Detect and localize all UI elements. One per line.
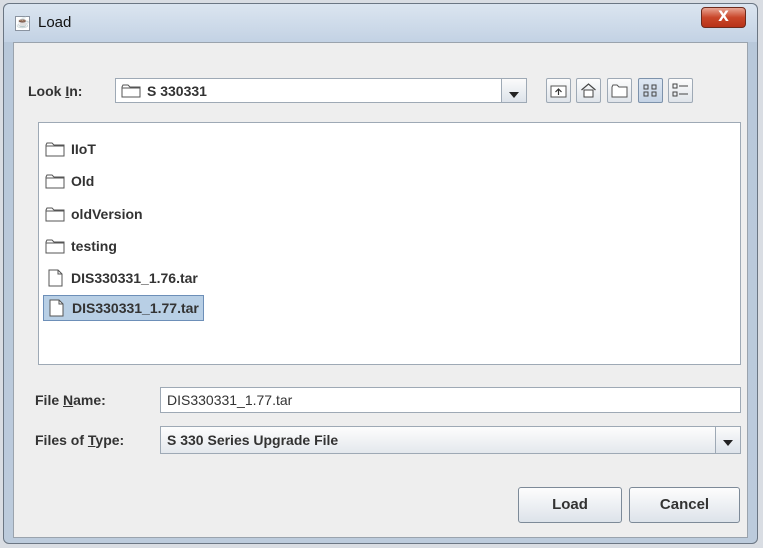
up-one-level-button[interactable] (546, 78, 571, 103)
home-button[interactable] (576, 78, 601, 103)
list-view-icon (643, 84, 657, 97)
title-bar[interactable]: ☕ Load X (4, 4, 757, 42)
look-in-label-suffix: n: (69, 83, 83, 99)
create-new-folder-button[interactable] (607, 78, 632, 103)
look-in-label-prefix: Look (28, 83, 66, 99)
file-list-item-file-selected[interactable]: DIS330331_1.77.tar (43, 295, 204, 321)
look-in-combo[interactable]: S 330331 (115, 78, 527, 103)
load-button[interactable]: Load (518, 487, 622, 523)
load-dialog: ☕ Load X Look In: S 330331 IIoT Old oldV… (3, 3, 758, 544)
file-type-combo[interactable]: S 330 Series Upgrade File (160, 426, 741, 454)
file-type-label-suffix: ype: (95, 432, 125, 448)
file-list-item-folder[interactable]: testing (43, 233, 121, 259)
folder-icon (45, 174, 65, 188)
list-view-button[interactable] (638, 78, 663, 103)
look-in-dropdown-arrow[interactable] (501, 79, 526, 102)
folder-icon (45, 239, 65, 253)
file-list-item-name: oldVersion (71, 206, 143, 222)
folder-icon (121, 84, 141, 98)
file-list-item-folder[interactable]: oldVersion (43, 201, 147, 227)
java-app-icon: ☕ (15, 16, 30, 31)
cancel-button[interactable]: Cancel (629, 487, 740, 523)
dialog-body: Look In: S 330331 IIoT Old oldVersion te… (13, 42, 748, 538)
folder-icon (45, 207, 65, 221)
file-list-item-file[interactable]: DIS330331_1.76.tar (43, 265, 202, 291)
home-icon (581, 83, 596, 98)
file-type-value: S 330 Series Upgrade File (167, 432, 339, 448)
file-list-item-name: testing (71, 238, 117, 254)
file-name-label: File Name: (35, 392, 106, 408)
file-list-item-name: IIoT (71, 141, 96, 157)
file-name-label-prefix: File (35, 392, 64, 408)
folder-icon (45, 142, 65, 156)
close-button[interactable]: X (701, 7, 746, 28)
file-list[interactable]: IIoT Old oldVersion testing DIS330331_1.… (38, 122, 741, 365)
file-icon (48, 269, 63, 287)
file-name-label-suffix: ame: (73, 392, 106, 408)
look-in-value: S 330331 (147, 83, 207, 99)
file-name-input[interactable]: DIS330331_1.77.tar (160, 387, 741, 413)
details-view-button[interactable] (668, 78, 693, 103)
details-view-icon (672, 83, 688, 97)
file-type-label-prefix: Files of (35, 432, 88, 448)
file-type-label: Files of Type: (35, 432, 124, 448)
file-list-item-name: DIS330331_1.77.tar (72, 300, 199, 316)
file-list-item-name: DIS330331_1.76.tar (71, 270, 198, 286)
file-type-dropdown-arrow[interactable] (715, 427, 740, 453)
file-list-item-folder[interactable]: Old (43, 168, 98, 194)
new-folder-icon (611, 84, 628, 98)
file-list-item-name: Old (71, 173, 95, 189)
look-in-label: Look In: (28, 83, 82, 99)
file-list-item-folder[interactable]: IIoT (43, 136, 100, 162)
file-name-label-mnemonic: N (63, 392, 74, 408)
window-title: Load (38, 14, 72, 31)
folder-up-icon (550, 85, 567, 98)
file-icon (49, 299, 64, 317)
